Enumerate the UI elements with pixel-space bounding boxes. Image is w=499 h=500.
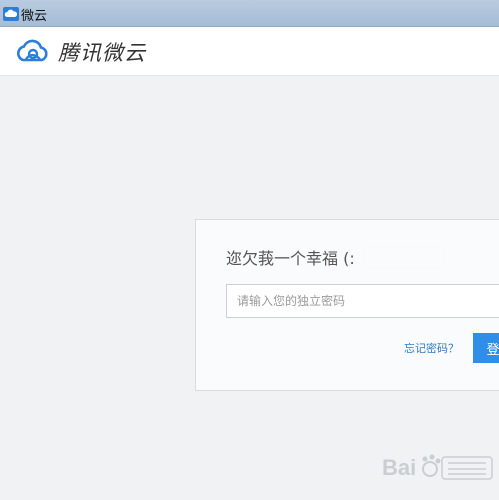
svg-text:Bai: Bai (382, 455, 416, 480)
baidu-jingyan-watermark: Bai (380, 447, 496, 489)
app-header: 腾讯微云 (0, 27, 499, 76)
forgot-password-link[interactable]: 忘记密码？ (404, 340, 459, 356)
login-card: 迩欠莪一个幸福 (: 忘记密码？ 登 (195, 219, 499, 391)
window-title: 微云 (21, 9, 48, 24)
cloud-logo-icon (14, 39, 52, 63)
weiyun-cloud-icon (3, 6, 19, 21)
password-input[interactable] (226, 284, 499, 318)
login-button[interactable]: 登 (473, 333, 499, 363)
account-nickname: 迩欠莪一个幸福 (: (226, 249, 355, 268)
logo-text: 腾讯微云 (58, 41, 146, 65)
window-titlebar: 微云 (0, 0, 499, 27)
nickname-redaction (364, 246, 444, 268)
